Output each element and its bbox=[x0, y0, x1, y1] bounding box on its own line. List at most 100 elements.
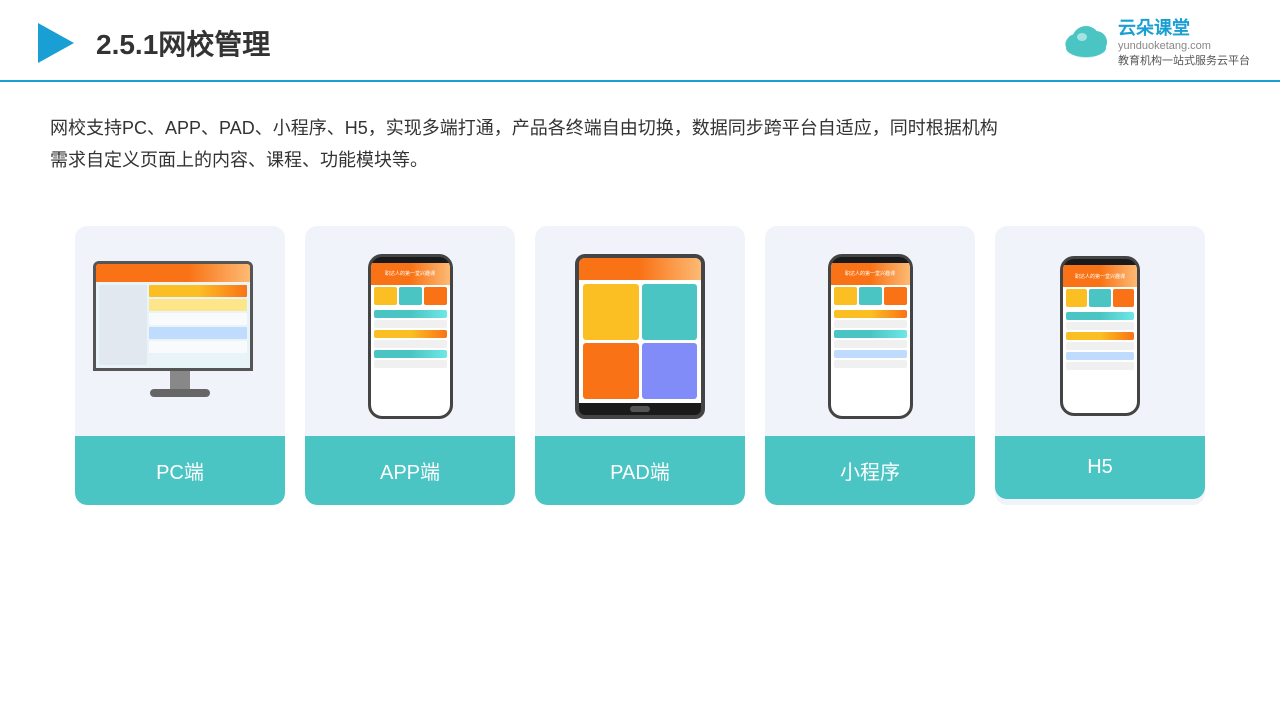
header: 2.5.1网校管理 云朵课堂 yunduoketang.com 教育机构一站式服… bbox=[0, 0, 1280, 82]
monitor-body bbox=[96, 282, 250, 368]
grid-item bbox=[1066, 289, 1087, 307]
cloud-icon bbox=[1060, 24, 1112, 62]
phone-notch bbox=[395, 257, 425, 263]
app-image-area: 职达人的第一堂兴趣课 bbox=[305, 226, 515, 436]
grid-item bbox=[834, 287, 857, 305]
monitor-stand bbox=[170, 371, 190, 389]
card-pc: PC端 bbox=[75, 226, 285, 505]
phone-row bbox=[1066, 342, 1134, 350]
phone-mockup-mini: 职达人的第一堂兴趣课 bbox=[828, 254, 913, 419]
phone-row bbox=[834, 360, 907, 368]
monitor-sidebar bbox=[99, 285, 148, 365]
phone-top: 职达人的第一堂兴趣课 bbox=[371, 263, 450, 285]
phone-row bbox=[834, 350, 907, 358]
brand-name: 云朵课堂 bbox=[1118, 18, 1250, 40]
phone-screen-mini: 职达人的第一堂兴趣课 bbox=[831, 263, 910, 416]
phone-top-text-h5: 职达人的第一堂兴趣课 bbox=[1075, 273, 1125, 280]
monitor-screen bbox=[93, 261, 253, 371]
grid-item bbox=[859, 287, 882, 305]
cards-container: PC端 职达人的第一堂兴趣课 bbox=[0, 196, 1280, 525]
pad-image-area bbox=[535, 226, 745, 436]
phone-body-mini bbox=[831, 307, 910, 371]
phone-row bbox=[374, 340, 447, 348]
tablet-card bbox=[583, 284, 639, 340]
phone-grid-h5 bbox=[1063, 287, 1137, 309]
card-app: 职达人的第一堂兴趣课 bbox=[305, 226, 515, 505]
header-right: 云朵课堂 yunduoketang.com 教育机构一站式服务云平台 bbox=[1060, 18, 1250, 68]
grid-item bbox=[884, 287, 907, 305]
grid-item bbox=[374, 287, 397, 305]
monitor-base bbox=[150, 389, 210, 397]
monitor-main bbox=[149, 285, 246, 365]
logo-icon bbox=[30, 19, 78, 67]
phone-row bbox=[834, 340, 907, 348]
tablet-mockup bbox=[575, 254, 705, 419]
brand-tagline: 教育机构一站式服务云平台 bbox=[1118, 52, 1250, 68]
h5-image-area: 职达人的第一堂兴趣课 bbox=[995, 226, 1205, 436]
phone-row bbox=[374, 310, 447, 318]
phone-top-h5: 职达人的第一堂兴趣课 bbox=[1063, 265, 1137, 287]
phone-row bbox=[1066, 312, 1134, 320]
grid-item bbox=[1089, 289, 1110, 307]
card-label-app: APP端 bbox=[305, 436, 515, 505]
pc-image-area bbox=[75, 226, 285, 436]
card-h5: 职达人的第一堂兴趣课 bbox=[995, 226, 1205, 505]
phone-body-h5 bbox=[1063, 309, 1137, 373]
tablet-top bbox=[579, 258, 701, 280]
phone-mockup-h5: 职达人的第一堂兴趣课 bbox=[1060, 256, 1140, 416]
phone-mockup-app: 职达人的第一堂兴趣课 bbox=[368, 254, 453, 419]
phone-grid bbox=[371, 285, 450, 307]
card-label-pad: PAD端 bbox=[535, 436, 745, 505]
phone-row bbox=[374, 360, 447, 368]
header-left: 2.5.1网校管理 bbox=[30, 19, 270, 67]
monitor-row bbox=[149, 341, 246, 353]
description-text-2: 需求自定义页面上的内容、课程、功能模块等。 bbox=[50, 150, 428, 170]
brand-logo: 云朵课堂 yunduoketang.com 教育机构一站式服务云平台 bbox=[1060, 18, 1250, 68]
grid-item bbox=[399, 287, 422, 305]
tablet-body bbox=[579, 280, 701, 403]
phone-notch-h5 bbox=[1085, 259, 1115, 265]
brand-url: yunduoketang.com bbox=[1118, 40, 1250, 52]
pc-mockup bbox=[93, 261, 268, 411]
card-label-pc: PC端 bbox=[75, 436, 285, 505]
monitor-content bbox=[96, 264, 250, 368]
miniapp-image-area: 职达人的第一堂兴趣课 bbox=[765, 226, 975, 436]
card-label-h5: H5 bbox=[995, 436, 1205, 499]
tablet-card bbox=[642, 343, 698, 399]
grid-item bbox=[1113, 289, 1134, 307]
tablet-card bbox=[583, 343, 639, 399]
phone-screen: 职达人的第一堂兴趣课 bbox=[371, 263, 450, 416]
phone-top-text-mini: 职达人的第一堂兴趣课 bbox=[845, 270, 895, 277]
phone-row bbox=[1066, 352, 1134, 360]
phone-row bbox=[1066, 362, 1134, 370]
brand-text: 云朵课堂 yunduoketang.com 教育机构一站式服务云平台 bbox=[1118, 18, 1250, 68]
monitor-row bbox=[149, 327, 246, 339]
phone-row bbox=[374, 350, 447, 358]
phone-grid-mini bbox=[831, 285, 910, 307]
tablet-card bbox=[642, 284, 698, 340]
monitor-row bbox=[149, 299, 246, 311]
card-pad: PAD端 bbox=[535, 226, 745, 505]
phone-screen-h5: 职达人的第一堂兴趣课 bbox=[1063, 265, 1137, 413]
phone-top-mini: 职达人的第一堂兴趣课 bbox=[831, 263, 910, 285]
card-miniapp: 职达人的第一堂兴趣课 bbox=[765, 226, 975, 505]
page-title: 2.5.1网校管理 bbox=[96, 23, 270, 63]
phone-row bbox=[834, 320, 907, 328]
monitor-top bbox=[96, 264, 250, 282]
phone-row bbox=[834, 310, 907, 318]
description-text: 网校支持PC、APP、PAD、小程序、H5，实现多端打通，产品各终端自由切换，数… bbox=[50, 118, 998, 138]
phone-row bbox=[1066, 332, 1134, 340]
card-label-miniapp: 小程序 bbox=[765, 436, 975, 505]
phone-row bbox=[1066, 322, 1134, 330]
phone-top-text: 职达人的第一堂兴趣课 bbox=[385, 270, 435, 277]
description: 网校支持PC、APP、PAD、小程序、H5，实现多端打通，产品各终端自由切换，数… bbox=[0, 82, 1280, 187]
monitor-row bbox=[149, 285, 246, 297]
phone-row bbox=[834, 330, 907, 338]
phone-notch-mini bbox=[855, 257, 885, 263]
phone-body bbox=[371, 307, 450, 371]
tablet-home-btn bbox=[630, 406, 650, 412]
grid-item bbox=[424, 287, 447, 305]
monitor-row bbox=[149, 313, 246, 325]
tablet-screen bbox=[579, 258, 701, 403]
phone-row bbox=[374, 330, 447, 338]
